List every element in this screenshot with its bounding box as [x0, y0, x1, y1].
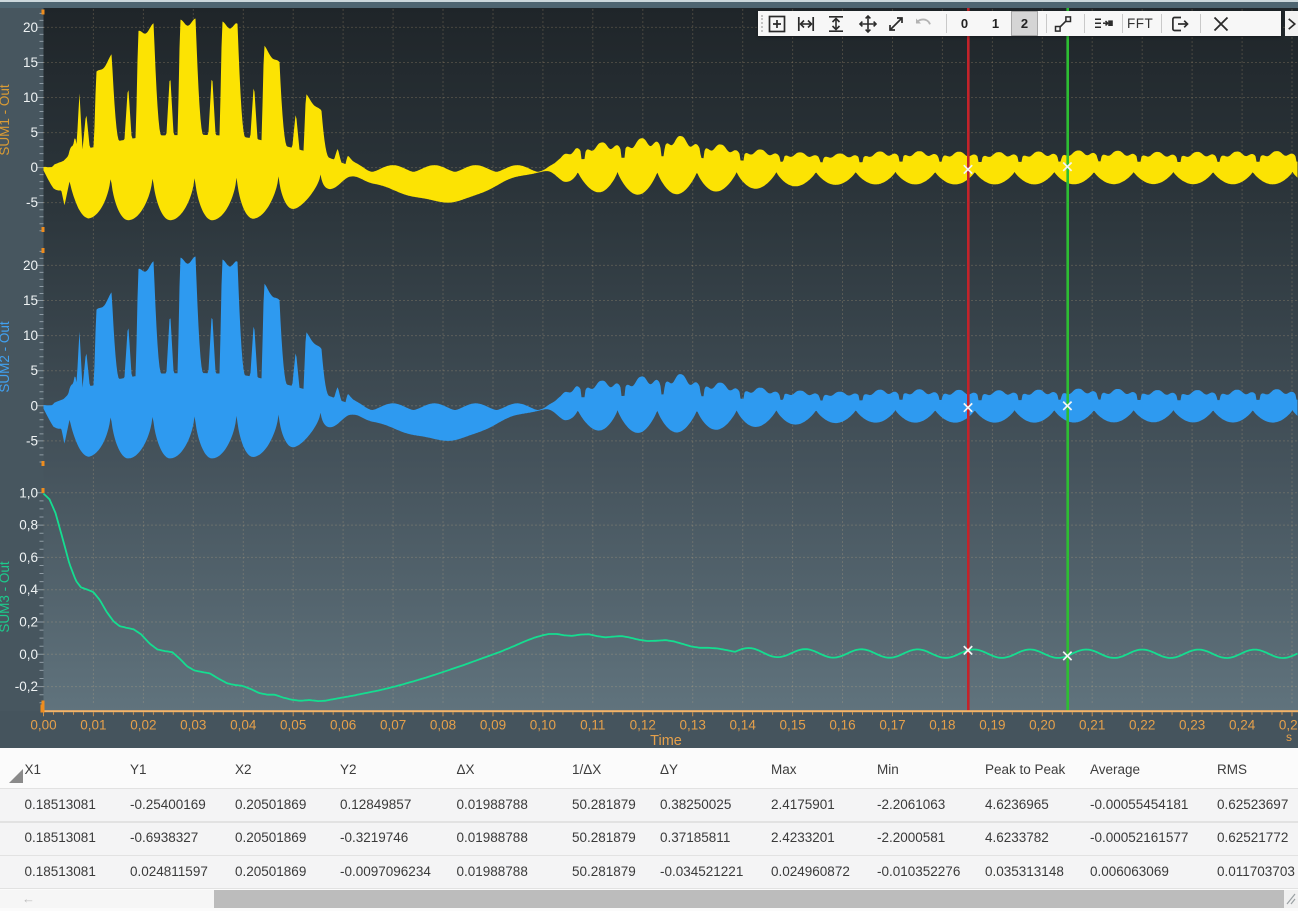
svg-text:20: 20 — [23, 258, 38, 273]
svg-text:0,06: 0,06 — [330, 718, 356, 733]
svg-text:Time: Time — [650, 733, 682, 749]
svg-text:0,14: 0,14 — [730, 718, 757, 733]
svg-text:0,4: 0,4 — [19, 582, 38, 597]
svg-text:0,03: 0,03 — [180, 718, 206, 733]
svg-text:0,11: 0,11 — [580, 718, 605, 733]
svg-text:20: 20 — [23, 20, 38, 35]
svg-text:10: 10 — [23, 90, 38, 105]
svg-text:0,0: 0,0 — [19, 647, 38, 662]
svg-text:0,20: 0,20 — [1029, 718, 1055, 733]
svg-text:0,16: 0,16 — [829, 718, 855, 733]
svg-text:0,6: 0,6 — [19, 550, 38, 565]
svg-text:15: 15 — [23, 55, 38, 70]
svg-text:s: s — [1286, 730, 1292, 744]
svg-text:SUM2 - Out: SUM2 - Out — [0, 321, 12, 393]
svg-text:0,15: 0,15 — [779, 718, 805, 733]
svg-text:0,8: 0,8 — [19, 518, 38, 533]
svg-text:0: 0 — [30, 398, 38, 413]
svg-text:0,07: 0,07 — [380, 718, 406, 733]
svg-text:0,17: 0,17 — [879, 718, 905, 733]
svg-text:1,0: 1,0 — [19, 485, 38, 500]
svg-text:0,24: 0,24 — [1229, 718, 1256, 733]
svg-text:0,12: 0,12 — [630, 718, 656, 733]
svg-text:10: 10 — [23, 328, 38, 343]
svg-text:0,23: 0,23 — [1179, 718, 1205, 733]
svg-text:0,00: 0,00 — [30, 718, 56, 733]
svg-text:0,09: 0,09 — [480, 718, 506, 733]
svg-text:0,02: 0,02 — [130, 718, 156, 733]
svg-text:0,04: 0,04 — [230, 718, 257, 733]
svg-text:5: 5 — [30, 125, 38, 140]
svg-text:-5: -5 — [26, 195, 38, 210]
svg-text:0,21: 0,21 — [1079, 718, 1105, 733]
svg-text:0,13: 0,13 — [680, 718, 706, 733]
svg-text:SUM3 - Out: SUM3 - Out — [0, 561, 12, 633]
svg-text:0,2: 0,2 — [19, 615, 38, 630]
svg-text:0,19: 0,19 — [979, 718, 1005, 733]
svg-text:5: 5 — [30, 363, 38, 378]
svg-text:0,18: 0,18 — [929, 718, 955, 733]
svg-text:0,01: 0,01 — [80, 718, 106, 733]
svg-text:0: 0 — [30, 160, 38, 175]
svg-text:15: 15 — [23, 293, 38, 308]
svg-text:SUM1 - Out: SUM1 - Out — [0, 84, 12, 156]
svg-text:-5: -5 — [26, 433, 38, 448]
svg-text:0,22: 0,22 — [1129, 718, 1155, 733]
svg-text:0,05: 0,05 — [280, 718, 306, 733]
svg-text:0,08: 0,08 — [430, 718, 456, 733]
svg-text:-0,2: -0,2 — [15, 679, 38, 694]
svg-text:0,10: 0,10 — [530, 718, 556, 733]
